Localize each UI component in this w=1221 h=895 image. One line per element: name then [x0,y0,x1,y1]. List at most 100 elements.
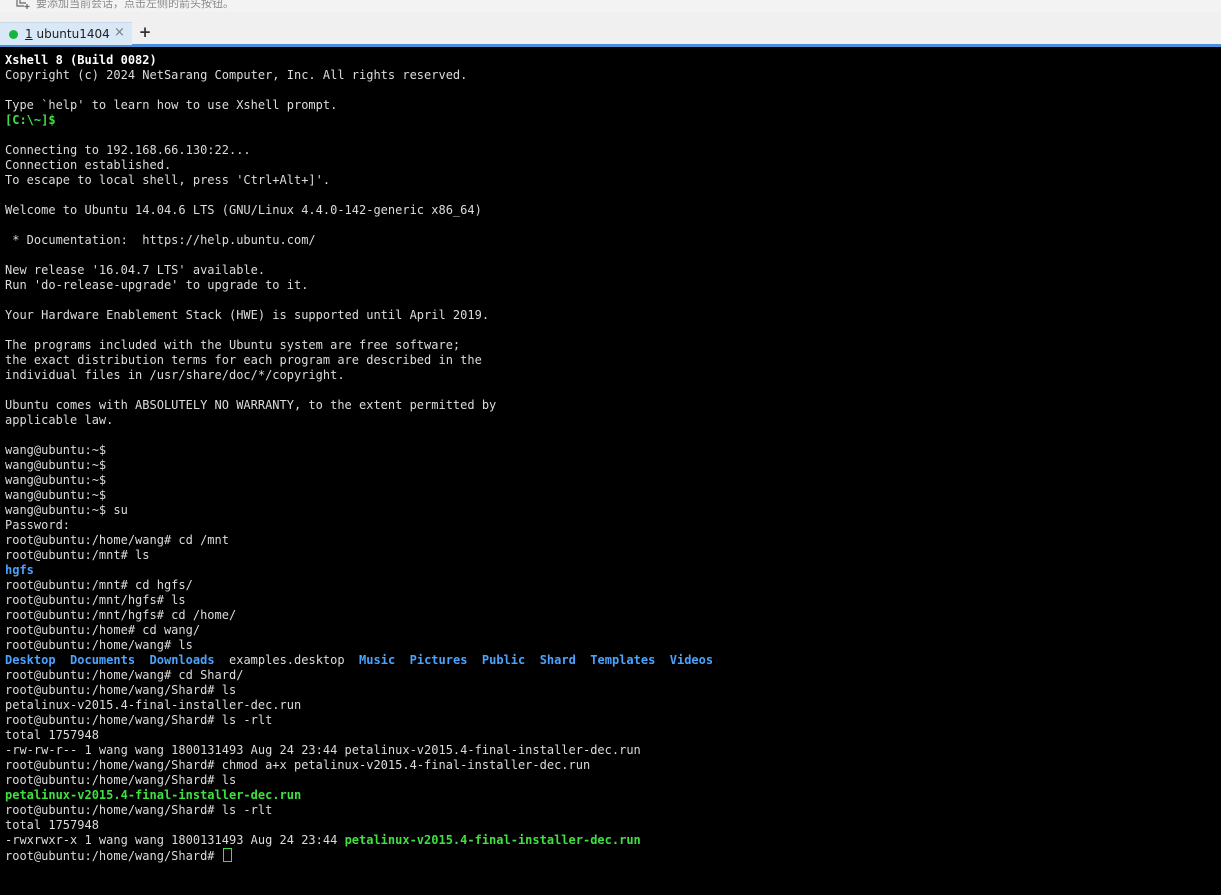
terminal-line: root@ubuntu:/home/wang# cd Shard/ [5,668,713,683]
terminal-line: total 1757948 [5,818,713,833]
terminal-line: root@ubuntu:/mnt/hgfs# ls [5,593,713,608]
terminal-line: Copyright (c) 2024 NetSarang Computer, I… [5,68,713,83]
terminal-text: wang@ubuntu:~$ [5,458,107,472]
terminal-line: To escape to local shell, press 'Ctrl+Al… [5,173,713,188]
terminal-line: Xshell 8 (Build 0082) [5,53,713,68]
terminal-text: individual files in /usr/share/doc/*/cop… [5,368,345,382]
terminal-text: Connection established. [5,158,172,172]
directory-entry: Shard [539,653,576,667]
terminal-text: Welcome to Ubuntu 14.04.6 LTS (GNU/Linux… [5,203,482,217]
terminal-line: wang@ubuntu:~$ su [5,503,713,518]
terminal-text: root@ubuntu:/mnt# ls [5,548,150,562]
terminal-line: root@ubuntu:/home/wang/Shard# ls -rlt [5,803,713,818]
connection-status-dot [9,30,18,39]
terminal-text: applicable law. [5,413,114,427]
executable-entry: petalinux-v2015.4-final-installer-dec.ru… [344,833,641,847]
terminal-line: total 1757948 [5,728,713,743]
terminal-text: wang@ubuntu:~$ [5,443,107,457]
terminal-text: root@ubuntu:/home/wang/Shard# ls -rlt [5,713,273,727]
terminal-text: To escape to local shell, press 'Ctrl+Al… [5,173,331,187]
terminal-output: Xshell 8 (Build 0082) Copyright (c) 2024 … [5,53,713,863]
terminal-text: root@ubuntu:/home/wang/Shard# ls -rlt [5,803,273,817]
terminal-line: * Documentation: https://help.ubuntu.com… [5,233,713,248]
terminal-line: Type `help' to learn how to use Xshell p… [5,98,713,113]
terminal-text: wang@ubuntu:~$ su [5,503,128,517]
terminal-text: root@ubuntu:/mnt# cd hgfs/ [5,578,193,592]
close-tab-icon[interactable]: × [114,25,125,41]
terminal-text: root@ubuntu:/home/wang/Shard# chmod a+x … [5,758,591,772]
terminal-text: Password: [5,518,71,532]
directory-entry: Desktop [5,653,56,667]
directory-entry: Templates [590,653,656,667]
terminal-text: The programs included with the Ubuntu sy… [5,338,461,352]
directory-entry: Documents [70,653,136,667]
terminal-text: root@ubuntu:/home/wang/Shard# ls [5,773,237,787]
terminal-text: Copyright (c) 2024 NetSarang Computer, I… [5,68,468,82]
new-tab-button[interactable]: + [138,25,152,40]
terminal-text: petalinux-v2015.4-final-installer-dec.ru… [5,698,302,712]
terminal-text: Type `help' to learn how to use Xshell p… [5,98,338,112]
terminal-line: root@ubuntu:/home/wang# cd /mnt [5,533,713,548]
terminal-line: petalinux-v2015.4-final-installer-dec.ru… [5,698,713,713]
terminal-line: wang@ubuntu:~$ [5,458,713,473]
terminal-line: root@ubuntu:/home/wang/Shard# ls -rlt [5,713,713,728]
terminal-area[interactable]: Xshell 8 (Build 0082) Copyright (c) 2024 … [0,47,1221,895]
terminal-line: wang@ubuntu:~$ [5,473,713,488]
terminal-text: -rwxrwxr-x 1 wang wang 1800131493 Aug 24… [5,833,345,847]
terminal-text: root@ubuntu:/home/wang# ls [5,638,193,652]
terminal-line: Connection established. [5,158,713,173]
terminal-text: root@ubuntu:/home/wang# cd Shard/ [5,668,244,682]
terminal-line: Run 'do-release-upgrade' to upgrade to i… [5,278,713,293]
terminal-line: root@ubuntu:/mnt/hgfs# cd /home/ [5,608,713,623]
directory-entry: Downloads [149,653,215,667]
terminal-line: hgfs [5,563,713,578]
tab-title: ubuntu1404 [36,27,110,41]
terminal-text: -rw-rw-r-- 1 wang wang 1800131493 Aug 24… [5,743,641,757]
terminal-line: Ubuntu comes with ABSOLUTELY NO WARRANTY… [5,398,713,413]
terminal-text: root@ubuntu:/home/wang# cd /mnt [5,533,229,547]
terminal-line: root@ubuntu:/mnt# ls [5,548,713,563]
terminal-text: wang@ubuntu:~$ [5,488,107,502]
terminal-line: individual files in /usr/share/doc/*/cop… [5,368,713,383]
terminal-line: root@ubuntu:/home# cd wang/ [5,623,713,638]
terminal-line: Connecting to 192.168.66.130:22... [5,143,713,158]
tab-label: 1 ubuntu1404 [25,26,110,42]
session-hint-text: 要添加当前会话，点击左侧的箭头按钮。 [36,0,234,10]
add-session-icon[interactable] [14,0,32,10]
terminal-text: examples.desktop [214,653,360,667]
directory-entry: Public [481,653,526,667]
terminal-text: wang@ubuntu:~$ [5,473,107,487]
tab-ubuntu1404[interactable]: 1 ubuntu1404 × [0,22,132,45]
terminal-line: root@ubuntu:/home/wang/Shard# [5,848,713,863]
terminal-line: root@ubuntu:/mnt# cd hgfs/ [5,578,713,593]
terminal-text: total 1757948 [5,818,99,832]
terminal-text: New release '16.04.7 LTS' available. [5,263,266,277]
terminal-line: petalinux-v2015.4-final-installer-dec.ru… [5,788,713,803]
terminal-line: Your Hardware Enablement Stack (HWE) is … [5,308,713,323]
terminal-line: New release '16.04.7 LTS' available. [5,263,713,278]
terminal-text: root@ubuntu:/home/wang/Shard# [5,849,222,863]
terminal-cursor [222,848,232,862]
tab-number: 1 [25,27,33,41]
terminal-text: root@ubuntu:/mnt/hgfs# ls [5,593,186,607]
terminal-line: Desktop Documents Downloads examples.des… [5,653,713,668]
directory-entry: hgfs [5,563,34,577]
terminal-line: wang@ubuntu:~$ [5,443,713,458]
terminal-text: the exact distribution terms for each pr… [5,353,482,367]
terminal-line: wang@ubuntu:~$ [5,488,713,503]
tab-bar: 1 ubuntu1404 × + [0,12,1221,47]
terminal-text: * Documentation: https://help.ubuntu.com… [5,233,316,247]
